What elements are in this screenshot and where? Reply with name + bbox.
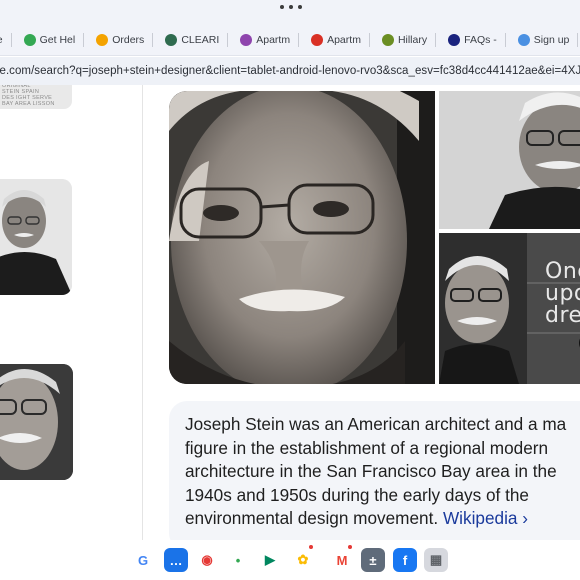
hillary-icon (381, 33, 394, 46)
google-multicolor-icon (23, 33, 36, 46)
bookmark-item[interactable]: Apartm (234, 24, 305, 55)
bookmark-divider (227, 32, 229, 47)
facebook-icon[interactable]: f (393, 548, 417, 572)
wikipedia-link[interactable]: Wikipedia › (443, 508, 528, 528)
knowledge-description-card: Joseph Stein was an American architect a… (169, 401, 580, 540)
bookmark-item[interactable]: Apartm (305, 24, 376, 55)
bookmark-item[interactable]: Sign up (512, 24, 580, 55)
notification-dot (309, 545, 313, 549)
bookmarks-bar: ate Get Hel Orders CLEARI Apartm Apartm Hillar… (0, 24, 580, 56)
portrait-photo (169, 91, 435, 384)
more-dots-icon[interactable] (280, 5, 302, 13)
portrait-photo (0, 179, 72, 295)
bookmark-label: Apartm (327, 33, 361, 46)
portrait-image-bottom-right[interactable]: Onc upon drea (439, 233, 580, 384)
portrait-image-top-right[interactable] (439, 91, 580, 229)
image-results-column: ORIGINAL STEIN SPAIN DES IGHT SERVE BAY … (0, 85, 143, 540)
bookmark-divider (83, 32, 85, 47)
description-text: Joseph Stein was an American architect a… (185, 414, 567, 529)
portrait-photo (439, 91, 580, 229)
portrait-photo (0, 364, 73, 480)
chrome-icon[interactable]: ◉ (195, 548, 219, 572)
bookmark-divider (504, 32, 506, 47)
top-status-bar (0, 0, 580, 24)
bookmark-item[interactable]: Get Hel (18, 24, 91, 55)
play-store-icon[interactable]: ▶ (258, 548, 282, 572)
notification-dot (348, 545, 352, 549)
main-portrait-image[interactable] (169, 91, 435, 384)
bookmark-label: Hillary (397, 33, 428, 46)
url-text[interactable]: ogle.com/search?q=joseph+stein+designer&… (0, 65, 580, 77)
neon-sign-text: Onc upon drea (545, 259, 580, 328)
bookmark-item[interactable]: Orders (90, 24, 159, 55)
photos-icon[interactable]: ✿ (291, 548, 315, 572)
bookmark-item[interactable]: ate (0, 24, 18, 55)
bookmark-item[interactable]: Hillary (376, 24, 442, 55)
bookmark-label: CLEARI (181, 33, 220, 46)
bookmark-divider (10, 32, 12, 47)
peace-icon (240, 33, 253, 46)
calculator-icon[interactable]: ± (361, 548, 385, 572)
image-thumbnail[interactable] (0, 364, 73, 480)
image-thumbnail[interactable] (0, 179, 72, 295)
bookmark-item[interactable]: FAQs - (442, 24, 512, 55)
bookmark-label: Get Hel (39, 33, 76, 46)
home-icon (311, 33, 324, 46)
bookmark-label: ate (0, 34, 3, 46)
heart-icon (517, 33, 530, 46)
image-thumbnail[interactable]: ORIGINAL STEIN SPAIN DES IGHT SERVE BAY … (0, 85, 72, 109)
bookmark-label: Apartm (256, 33, 291, 46)
assistant-icon[interactable]: • (226, 548, 250, 572)
bookmark-label: Orders (112, 33, 145, 46)
clear-globe-icon (165, 33, 178, 46)
gmail-icon[interactable]: M (330, 548, 354, 572)
bookmark-divider (577, 32, 579, 47)
thumbnail-caption: ORIGINAL STEIN SPAIN DES IGHT SERVE BAY … (2, 85, 55, 107)
orders-icon (96, 33, 109, 46)
bookmark-divider (152, 32, 154, 47)
bookmark-divider (368, 32, 370, 47)
tablet-screen: ate Get Hel Orders CLEARI Apartm Apartm Hillar… (0, 0, 580, 580)
google-icon[interactable]: G (131, 548, 155, 572)
bookmark-divider (435, 32, 437, 47)
search-results-page: ORIGINAL STEIN SPAIN DES IGHT SERVE BAY … (0, 85, 580, 540)
crown-icon (448, 33, 461, 46)
bookmark-item[interactable]: CLEARI (159, 24, 234, 55)
bookmark-label: Sign up (533, 33, 570, 46)
app-dock: G … ◉ • ▶ ✿ M ± f ▦ (0, 540, 580, 580)
app-drawer-icon[interactable]: ▦ (424, 548, 448, 572)
messages-icon[interactable]: … (164, 548, 188, 572)
address-bar[interactable]: ogle.com/search?q=joseph+stein+designer&… (0, 57, 580, 85)
bookmark-divider (298, 32, 300, 47)
bookmark-label: FAQs - (464, 33, 497, 46)
